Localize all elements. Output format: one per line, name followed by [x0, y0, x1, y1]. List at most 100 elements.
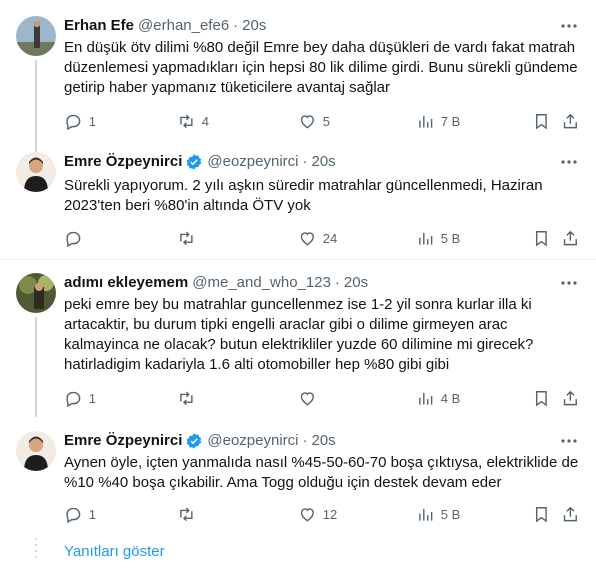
retweet-count: 4 — [201, 113, 209, 129]
avatar[interactable] — [16, 16, 56, 56]
separator-dot: · — [233, 17, 239, 34]
share-icon — [563, 506, 577, 521]
heart-icon — [300, 231, 314, 246]
author-handle[interactable]: @eozpeynirci — [207, 431, 298, 451]
verified-badge-icon — [185, 153, 203, 171]
more-replies-dots — [35, 538, 37, 568]
retweet-button[interactable] — [177, 504, 202, 524]
views-chart-icon — [419, 232, 433, 245]
bookmark-button[interactable] — [532, 504, 551, 524]
tweet-text: En düşük ötv dilimi %80 değil Emre bey d… — [64, 39, 578, 96]
views-button[interactable]: 5 B — [416, 228, 460, 248]
avatar[interactable] — [16, 431, 56, 471]
like-count: 12 — [322, 506, 338, 522]
tweet-actions: 24 5 B — [64, 228, 584, 248]
reply-icon — [66, 114, 81, 130]
reply-button[interactable] — [64, 228, 89, 248]
view-count: 5 B — [440, 506, 461, 522]
tweet-header: Erhan Efe @erhan_efe6 · 20s — [64, 16, 266, 36]
view-count: 4 B — [440, 390, 461, 406]
tweet-text: Sürekli yapıyorum. 2 yılı aşkın süredir … — [64, 177, 543, 214]
verified-badge-icon — [185, 432, 203, 450]
retweet-icon — [180, 391, 193, 405]
tweet-text: peki emre bey bu matrahlar guncellenmez … — [64, 296, 534, 373]
bookmark-button[interactable] — [532, 388, 551, 408]
reply-button[interactable]: 1 — [64, 388, 96, 408]
retweet-button[interactable]: 4 — [177, 111, 209, 131]
bookmark-icon — [535, 506, 547, 523]
heart-icon — [300, 391, 314, 406]
divider — [0, 259, 596, 260]
author-handle[interactable]: @erhan_efe6 — [138, 16, 229, 36]
tweet-text: Aynen öyle, içten yanmalıda nasıl %45-50… — [64, 454, 579, 491]
retweet-button[interactable] — [177, 228, 202, 248]
tweet-actions: 1 12 5 B — [64, 504, 584, 524]
views-button[interactable]: 5 B — [416, 504, 460, 524]
thread-line — [35, 317, 37, 417]
tweet-header: Emre Özpeynirci @eozpeynirci · 20s — [64, 152, 336, 172]
more-options-icon[interactable] — [558, 273, 580, 293]
like-button[interactable]: 5 — [298, 111, 330, 131]
views-button[interactable]: 7 B — [416, 111, 460, 131]
tweet[interactable]: Emre Özpeynirci @eozpeynirci · 20s Sürek… — [0, 152, 596, 252]
author-name[interactable]: Emre Özpeynirci — [64, 152, 182, 172]
reply-count: 1 — [88, 113, 96, 129]
timestamp[interactable]: 20s — [312, 152, 336, 172]
bookmark-icon — [535, 390, 547, 407]
timestamp[interactable]: 20s — [242, 16, 266, 36]
author-handle[interactable]: @eozpeynirci — [207, 152, 298, 172]
more-options-icon[interactable] — [558, 16, 580, 36]
like-button[interactable]: 24 — [298, 228, 337, 248]
share-icon — [563, 390, 577, 405]
reply-button[interactable]: 1 — [64, 504, 96, 524]
reply-icon — [66, 507, 81, 523]
bookmark-button[interactable] — [532, 228, 551, 248]
more-options-icon[interactable] — [558, 431, 580, 451]
author-name[interactable]: Emre Özpeynirci — [64, 431, 182, 451]
like-button[interactable]: 12 — [298, 504, 337, 524]
view-count: 7 B — [440, 113, 461, 129]
like-button[interactable] — [298, 388, 323, 408]
reply-icon — [66, 391, 81, 407]
retweet-button[interactable] — [177, 388, 202, 408]
tweet-header: Emre Özpeynirci @eozpeynirci · 20s — [64, 431, 336, 451]
retweet-icon — [180, 507, 193, 521]
timestamp[interactable]: 20s — [344, 273, 368, 293]
views-button[interactable]: 4 B — [416, 388, 460, 408]
like-count: 24 — [322, 230, 338, 246]
reply-count: 1 — [88, 390, 96, 406]
view-count: 5 B — [440, 230, 461, 246]
author-name[interactable]: Erhan Efe — [64, 16, 134, 36]
share-button[interactable] — [561, 228, 580, 248]
avatar[interactable] — [16, 152, 56, 192]
author-handle[interactable]: @me_and_who_123 — [192, 273, 331, 293]
timestamp[interactable]: 20s — [312, 431, 336, 451]
tweet[interactable]: Erhan Efe @erhan_efe6 · 20s En düşük ötv… — [0, 16, 596, 156]
more-options-icon[interactable] — [558, 152, 580, 172]
share-icon — [563, 113, 577, 128]
share-button[interactable] — [561, 504, 580, 524]
bookmark-button[interactable] — [532, 111, 551, 131]
heart-icon — [300, 507, 314, 522]
tweet[interactable]: adımı ekleyemem @me_and_who_123 · 20s pe… — [0, 273, 596, 417]
reply-button[interactable]: 1 — [64, 111, 96, 131]
views-chart-icon — [419, 392, 433, 405]
like-count: 5 — [322, 113, 330, 129]
tweet-header: adımı ekleyemem @me_and_who_123 · 20s — [64, 273, 368, 293]
share-button[interactable] — [561, 111, 580, 131]
views-chart-icon — [419, 115, 433, 128]
author-name[interactable]: adımı ekleyemem — [64, 273, 188, 293]
reply-icon — [66, 231, 81, 247]
thread-line — [35, 60, 37, 156]
bookmark-icon — [535, 230, 547, 247]
tweet[interactable]: Emre Özpeynirci @eozpeynirci · 20s Aynen… — [0, 431, 596, 531]
avatar[interactable] — [16, 273, 56, 313]
show-replies-link[interactable]: Yanıtları göster — [64, 543, 165, 560]
tweet-actions: 1 4 B — [64, 388, 584, 408]
retweet-icon — [180, 231, 193, 245]
share-button[interactable] — [561, 388, 580, 408]
tweet-actions: 1 4 5 7 B — [64, 111, 584, 131]
reply-count: 1 — [88, 506, 96, 522]
heart-icon — [300, 114, 314, 129]
separator-dot: · — [302, 153, 308, 170]
